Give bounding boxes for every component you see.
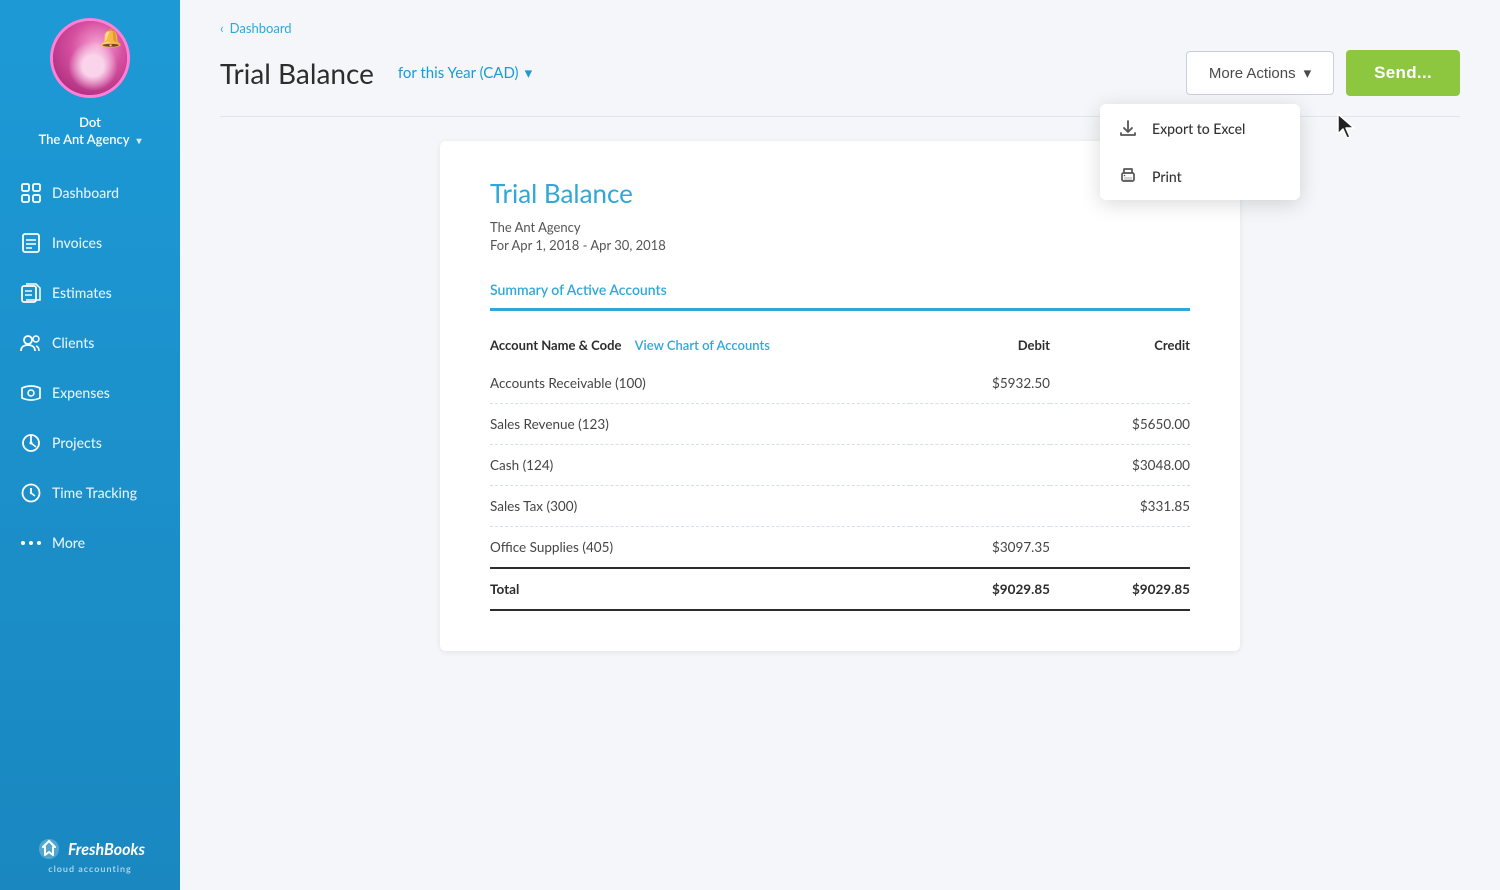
content-area: Trial Balance The Ant Agency For Apr 1, … [180, 117, 1500, 691]
dashboard-icon [20, 182, 42, 204]
cell-debit: $3097.35 [910, 527, 1050, 569]
print-icon [1118, 166, 1138, 186]
cell-debit: $5932.50 [910, 363, 1050, 404]
col-header-credit: Credit [1050, 327, 1190, 363]
breadcrumb-label: Dashboard [230, 20, 292, 36]
send-button[interactable]: Send... [1346, 50, 1460, 96]
freshbooks-logo: FreshBooks cloud accounting [0, 819, 180, 890]
download-icon [1118, 118, 1138, 138]
dropdown-item-print[interactable]: Print [1100, 152, 1300, 200]
report-period: For Apr 1, 2018 - Apr 30, 2018 [490, 237, 1190, 253]
table-row: Sales Revenue (123) $5650.00 [490, 404, 1190, 445]
sidebar-item-label: Invoices [52, 234, 102, 251]
send-label: Send... [1374, 63, 1432, 82]
sidebar: 🔔 Dot The Ant Agency ▾ Dashboard [0, 0, 180, 890]
table-row: Accounts Receivable (100)$5932.50 [490, 363, 1190, 404]
sidebar-item-time-tracking[interactable]: Time Tracking [0, 468, 180, 518]
table-row: Cash (124) $3048.00 [490, 445, 1190, 486]
main-content: ‹ Dashboard Trial Balance for this Year … [180, 0, 1500, 890]
invoice-icon [20, 232, 42, 254]
cell-credit: $5650.00 [1050, 404, 1190, 445]
cell-credit: $331.85 [1050, 486, 1190, 527]
dropdown-item-label: Print [1152, 168, 1182, 185]
report-section-title: Summary of Active Accounts [490, 281, 667, 298]
profile-name: Dot The Ant Agency ▾ [38, 114, 141, 148]
projects-icon [20, 432, 42, 454]
freshbooks-sub: cloud accounting [48, 863, 131, 874]
breadcrumb[interactable]: ‹ Dashboard [220, 20, 1460, 36]
clients-icon [20, 332, 42, 354]
top-bar: ‹ Dashboard Trial Balance for this Year … [180, 0, 1500, 117]
cell-debit [910, 445, 1050, 486]
period-label: for this Year (CAD) [398, 64, 519, 82]
breadcrumb-arrow: ‹ [220, 20, 224, 36]
report-card: Trial Balance The Ant Agency For Apr 1, … [440, 141, 1240, 651]
report-company: The Ant Agency [490, 219, 1190, 235]
estimates-icon [20, 282, 42, 304]
profile-section[interactable]: 🔔 Dot The Ant Agency ▾ [0, 0, 180, 162]
profile-chevron-icon: ▾ [137, 135, 142, 148]
sidebar-item-expenses[interactable]: Expenses [0, 368, 180, 418]
more-actions-button[interactable]: More Actions ▾ [1186, 51, 1334, 95]
freshbooks-text: FreshBooks [68, 840, 145, 859]
more-icon [20, 532, 42, 554]
dropdown-item-export-excel[interactable]: Export to Excel [1100, 104, 1300, 152]
cell-account: Sales Revenue (123) [490, 404, 910, 445]
page-header-left: Trial Balance for this Year (CAD) ▾ [220, 56, 540, 90]
bell-icon[interactable]: 🔔 [100, 26, 122, 49]
sidebar-item-estimates[interactable]: Estimates [0, 268, 180, 318]
period-chevron-icon: ▾ [525, 64, 533, 82]
report-section-header: Summary of Active Accounts [490, 281, 1190, 308]
sidebar-item-label: Projects [52, 434, 102, 451]
cell-credit: $3048.00 [1050, 445, 1190, 486]
sidebar-item-label: More [52, 534, 85, 551]
sidebar-item-label: Dashboard [52, 184, 119, 201]
cell-debit [910, 486, 1050, 527]
page-header-right: More Actions ▾ Send... [1186, 50, 1460, 96]
col-header-account: Account Name & Code View Chart of Accoun… [490, 327, 910, 363]
sidebar-nav: Dashboard Invoices [0, 162, 180, 819]
cell-account: Cash (124) [490, 445, 910, 486]
cell-total-credit: $9029.85 [1050, 568, 1190, 610]
sidebar-item-dashboard[interactable]: Dashboard [0, 168, 180, 218]
clock-icon [20, 482, 42, 504]
more-actions-label: More Actions [1209, 65, 1296, 82]
cell-account: Accounts Receivable (100) [490, 363, 910, 404]
page-header: Trial Balance for this Year (CAD) ▾ More… [220, 50, 1460, 117]
period-selector[interactable]: for this Year (CAD) ▾ [390, 60, 540, 86]
col-header-debit: Debit [910, 327, 1050, 363]
sidebar-item-more[interactable]: More [0, 518, 180, 568]
cell-debit [910, 404, 1050, 445]
report-table: Account Name & Code View Chart of Accoun… [490, 327, 1190, 611]
sidebar-item-label: Clients [52, 334, 94, 351]
sidebar-item-label: Expenses [52, 384, 110, 401]
cell-account: Sales Tax (300) [490, 486, 910, 527]
table-row: Sales Tax (300) $331.85 [490, 486, 1190, 527]
page-title: Trial Balance [220, 56, 374, 90]
cell-credit [1050, 363, 1190, 404]
cell-total-label: Total [490, 568, 910, 610]
sidebar-item-projects[interactable]: Projects [0, 418, 180, 468]
dropdown-menu: Export to Excel Print [1100, 104, 1300, 200]
report-section-divider [490, 308, 1190, 311]
cell-credit [1050, 527, 1190, 569]
more-actions-chevron-icon: ▾ [1304, 64, 1312, 82]
sidebar-item-clients[interactable]: Clients [0, 318, 180, 368]
sidebar-item-invoices[interactable]: Invoices [0, 218, 180, 268]
table-row: Office Supplies (405)$3097.35 [490, 527, 1190, 569]
sidebar-item-label: Estimates [52, 284, 112, 301]
dropdown-item-label: Export to Excel [1152, 120, 1245, 137]
sidebar-item-label: Time Tracking [52, 484, 137, 501]
cell-total-debit: $9029.85 [910, 568, 1050, 610]
expenses-icon [20, 382, 42, 404]
cell-account: Office Supplies (405) [490, 527, 910, 569]
view-chart-link[interactable]: View Chart of Accounts [635, 337, 770, 353]
table-total-row: Total$9029.85$9029.85 [490, 568, 1190, 610]
report-card-title: Trial Balance [490, 177, 1190, 209]
